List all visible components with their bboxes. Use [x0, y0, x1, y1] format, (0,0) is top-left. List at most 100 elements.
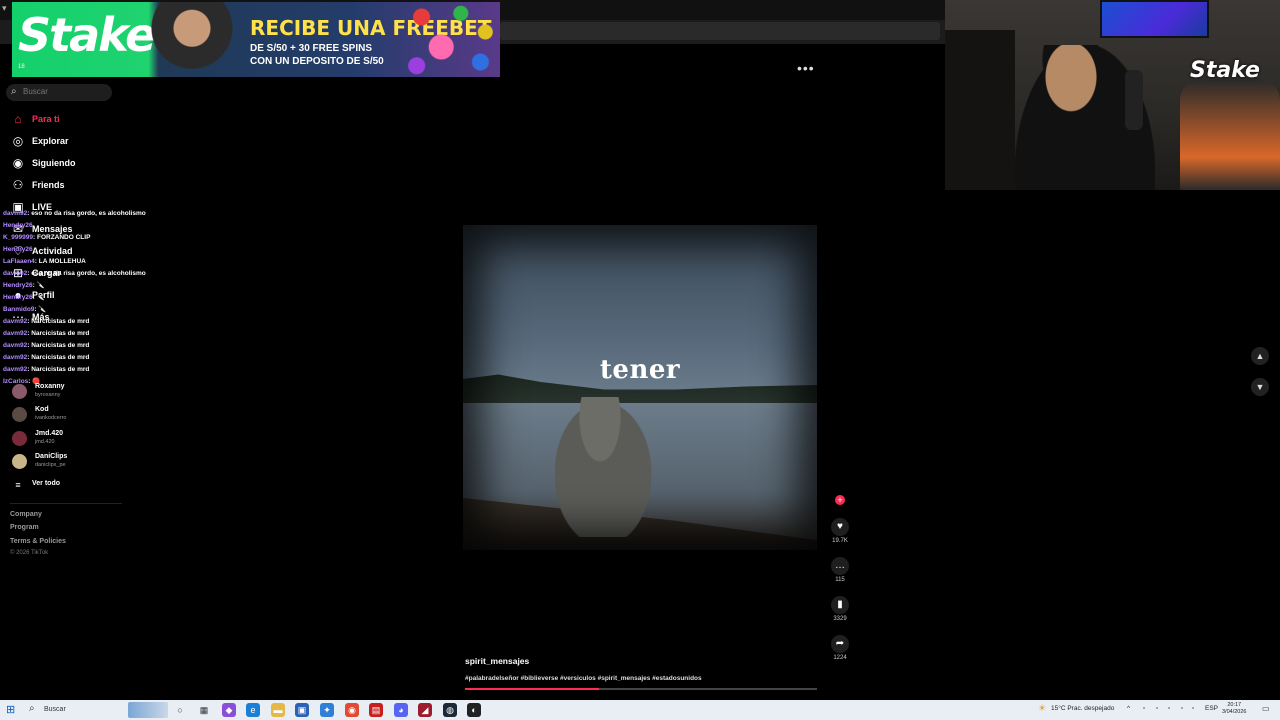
cam-chair — [1180, 80, 1280, 190]
nav-item-explorar[interactable]: ◎ Explorar — [10, 133, 150, 151]
taskbar-search[interactable]: ⌕ Buscar — [24, 702, 124, 718]
account-handle: ivankodcerro — [35, 415, 67, 421]
task-view-icon[interactable]: ○ — [173, 703, 187, 717]
discord-icon[interactable]: ◕ — [394, 703, 408, 717]
friends-icon: ⚇ — [12, 178, 24, 192]
see-all-label: Ver todo — [32, 480, 61, 487]
ad-subtext: DE S/50 + 30 FREE SPINS CON UN DEPOSITO … — [250, 42, 384, 68]
nav-item-siguiendo[interactable]: ◉ Siguiendo — [10, 155, 150, 173]
weather-icon[interactable]: ☀ — [1038, 703, 1046, 714]
edge-icon[interactable]: e — [246, 703, 260, 717]
cam-tv — [1100, 0, 1209, 38]
like-action[interactable]: ♥ 19.7K — [830, 518, 850, 544]
windows-start-icon[interactable]: ⊞ — [6, 703, 15, 716]
video-progress-bar[interactable] — [465, 688, 817, 690]
share-icon[interactable]: ➦ — [831, 635, 849, 653]
chat-message: Hendry26 — [3, 246, 33, 253]
bookmark-icon[interactable]: ▮ — [831, 596, 849, 614]
chat-message: davm92: Narcicistas de mrd — [3, 342, 90, 349]
video-vignette — [463, 225, 817, 550]
footer-terms-link[interactable]: Terms & Policies — [10, 538, 66, 545]
game-app-icon[interactable]: ◢ — [418, 703, 432, 717]
video-author[interactable]: spirit_mensajes — [465, 656, 529, 666]
share-count: 1224 — [833, 655, 847, 661]
footer-company-link[interactable]: Company — [10, 511, 42, 518]
nav-item-para-ti[interactable]: ⌂ Para ti — [10, 111, 150, 129]
footer-program-link[interactable]: Program — [10, 524, 39, 531]
avatar — [12, 454, 27, 469]
following-account[interactable]: Jmd.420 jmd.420 — [12, 429, 122, 451]
file-explorer-icon[interactable]: ▬ — [271, 703, 285, 717]
cam-microphone — [1125, 70, 1143, 130]
chat-message: Hendry26 — [3, 222, 33, 229]
save-action[interactable]: ▮ 3329 — [830, 596, 850, 622]
home-icon: ⌂ — [14, 112, 22, 126]
nav-label: Siguiendo — [32, 158, 76, 168]
tray-app-icon[interactable]: ▫ — [1192, 705, 1194, 712]
nav-label: Friends — [32, 180, 65, 190]
tray-app-icon[interactable]: ▫ — [1168, 705, 1170, 712]
chevron-down-icon: ▼ — [1255, 382, 1265, 392]
account-name: Jmd.420 — [35, 430, 64, 437]
video-hashtags[interactable]: #palabradelseñor #biblieverse #versiculo… — [465, 675, 702, 682]
chat-message: davm92: eso no da risa gordo, es alcohol… — [3, 210, 146, 217]
address-bar[interactable] — [500, 22, 940, 40]
previous-video-button[interactable]: ▲ — [1251, 347, 1269, 365]
tray-app-icon[interactable]: ▫ — [1156, 705, 1158, 712]
taskbar-search-input[interactable]: Buscar — [44, 706, 66, 713]
account-handle: daniclips_pe — [35, 462, 66, 468]
webcam-overlay: Stake — [945, 0, 1280, 190]
language-indicator[interactable]: ESP — [1205, 705, 1218, 712]
app-icon[interactable]: ✦ — [320, 703, 334, 717]
tray-app-icon[interactable]: ▫ — [1143, 705, 1145, 712]
following-account[interactable]: Roxanny byroxanny — [12, 382, 122, 404]
account-handle: byroxanny — [35, 392, 61, 398]
save-count: 3329 — [833, 616, 847, 622]
steam-icon[interactable]: ◍ — [443, 703, 457, 717]
cam-shelf — [945, 30, 1015, 190]
comment-action[interactable]: … 115 — [830, 557, 850, 583]
nav-label: Mensajes — [32, 224, 73, 234]
weather-text[interactable]: 15°C Prac. despejado — [1051, 705, 1114, 712]
comment-icon[interactable]: … — [831, 557, 849, 575]
nav-label: Explorar — [32, 136, 69, 146]
following-account[interactable]: DaniClips daniclips_pe — [12, 452, 122, 474]
store-icon[interactable]: ▣ — [295, 703, 309, 717]
account-handle: jmd.420 — [35, 439, 55, 445]
clock-date: 3/04/2026 — [1222, 709, 1247, 715]
video-progress-fill — [465, 688, 599, 690]
chat-message: davm92: Narcicistas de mrd — [3, 354, 90, 361]
list-icon: ≡ — [15, 480, 21, 490]
nav-item-friends[interactable]: ⚇ Friends — [10, 177, 150, 195]
account-name: DaniClips — [35, 453, 68, 460]
following-account[interactable]: Kod ivankodcerro — [12, 405, 122, 427]
tray-chevron-icon[interactable]: ^ — [1127, 705, 1130, 712]
heart-icon[interactable]: ♥ — [831, 518, 849, 536]
media-app-icon[interactable]: ▤ — [369, 703, 383, 717]
taskbar-clock[interactable]: 20:17 3/04/2026 — [1222, 702, 1246, 716]
ad-banner[interactable]: Stake RECIBE UNA FREEBET DE S/50 + 30 FR… — [12, 2, 500, 77]
ad-age-badge: 18 — [18, 64, 25, 70]
tray-app-icon[interactable]: ▫ — [1181, 705, 1183, 712]
next-video-button[interactable]: ▼ — [1251, 378, 1269, 396]
see-all-button[interactable]: ≡ Ver todo — [10, 477, 150, 495]
compass-icon: ◎ — [12, 134, 24, 148]
search-box[interactable]: ⌕ Buscar — [6, 84, 112, 101]
taskbar-widget-image[interactable] — [128, 702, 168, 718]
video-player[interactable]: tener — [463, 225, 817, 550]
clock-time: 20:17 — [1227, 702, 1242, 708]
widgets-icon[interactable]: ▦ — [197, 703, 211, 717]
search-input[interactable]: Buscar — [23, 87, 48, 96]
more-options-icon[interactable]: ••• — [797, 60, 815, 76]
share-action[interactable]: ➦ 1224 — [830, 635, 850, 661]
copyright: © 2026 TikTok — [10, 550, 49, 556]
comment-count: 115 — [835, 577, 845, 583]
notification-icon[interactable]: ▭ — [1262, 704, 1270, 713]
obs-icon[interactable]: ◐ — [467, 703, 481, 717]
follow-plus-icon[interactable]: + — [835, 495, 845, 505]
chrome-icon[interactable]: ◉ — [345, 703, 359, 717]
following-icon: ◉ — [12, 156, 24, 170]
avatar — [12, 431, 27, 446]
copilot-icon[interactable]: ◆ — [222, 703, 236, 717]
ad-line-2: CON UN DEPOSITO DE S/50 — [250, 56, 384, 67]
